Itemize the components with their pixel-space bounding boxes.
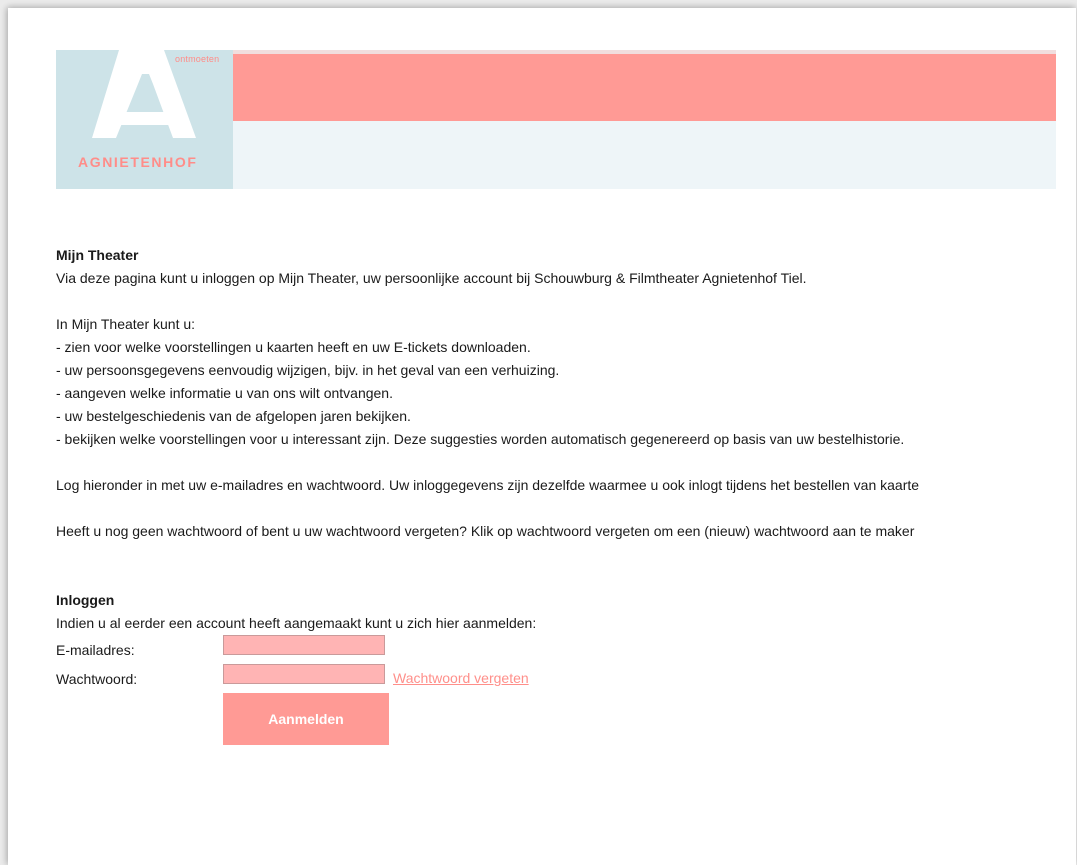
login-title: Inloggen [56,592,115,608]
email-row: E-mailadres: [56,635,1076,664]
intro-lead: Via deze pagina kunt u inloggen op Mijn … [56,270,807,286]
password-field[interactable] [223,664,385,684]
logo-tagline: ontmoeten [175,54,220,64]
login-subtitle: Indien u al eerder een account heeft aan… [56,615,537,631]
page: ontmoeten AGNIETENHOF Mijn Theater Via d… [8,8,1076,865]
feature-item: - aangeven welke informatie u van ons wi… [56,385,393,401]
feature-item: - bekijken welke voorstellingen voor u i… [56,431,905,447]
feature-item: - zien voor welke voorstellingen u kaart… [56,339,531,355]
page-title: Mijn Theater [56,247,139,263]
feature-item: - uw bestelgeschiedenis van de afgelopen… [56,408,411,424]
banner-accent-strip [233,54,1056,121]
banner-light-strip [233,121,1056,189]
password-row: Wachtwoord: Wachtwoord vergeten [56,664,1076,693]
login-info-text: Log hieronder in met uw e-mailadres en w… [56,477,920,493]
main-content: Mijn Theater Via deze pagina kunt u inlo… [56,244,1076,745]
agnietenhof-logo[interactable]: ontmoeten AGNIETENHOF [56,50,233,189]
email-label: E-mailadres: [56,642,135,658]
email-field[interactable] [223,635,385,655]
site-header: ontmoeten AGNIETENHOF [56,50,1056,189]
submit-row: Aanmelden [56,693,1076,745]
login-submit-button[interactable]: Aanmelden [223,693,389,745]
password-info-text: Heeft u nog geen wachtwoord of bent u uw… [56,523,915,539]
feature-item: - uw persoonsgegevens eenvoudig wijzigen… [56,362,560,378]
password-label: Wachtwoord: [56,671,138,687]
logo-name: AGNIETENHOF [78,154,198,170]
forgot-password-link[interactable]: Wachtwoord vergeten [393,669,529,687]
list-intro: In Mijn Theater kunt u: [56,316,196,332]
